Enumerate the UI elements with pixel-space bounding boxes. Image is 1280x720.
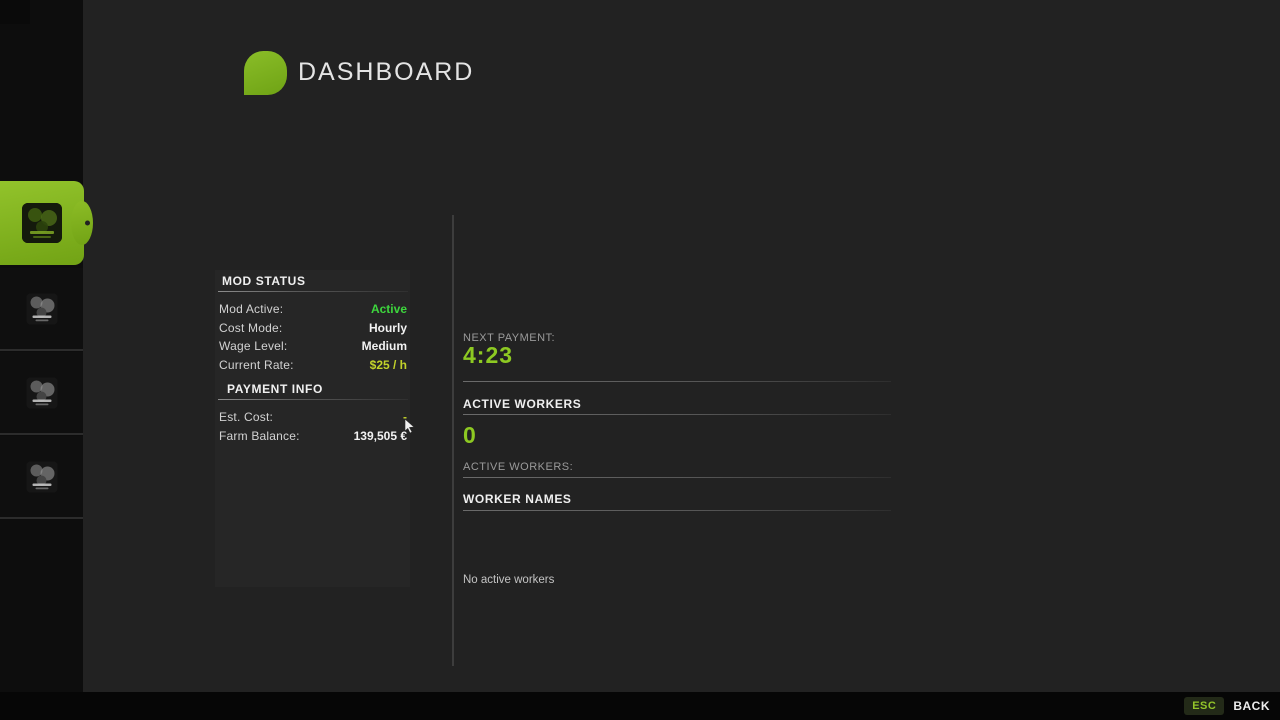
est-cost-label: Est. Cost:: [219, 410, 273, 424]
mod-thumbnail-icon: [22, 203, 62, 243]
section-divider: [463, 477, 891, 478]
est-cost-row: Est. Cost: -: [219, 409, 407, 424]
payment-info-divider: [218, 399, 408, 400]
active-workers-sublabel: ACTIVE WORKERS:: [463, 461, 573, 473]
cost-mode-row: Cost Mode: Hourly: [219, 320, 407, 335]
mod-active-label: Mod Active:: [219, 302, 283, 316]
mod-thumbnail-icon: [26, 293, 57, 324]
mod-active-row: Mod Active: Active: [219, 301, 407, 316]
section-divider: [463, 510, 891, 511]
active-workers-header: ACTIVE WORKERS: [463, 397, 581, 411]
mod-status-header: MOD STATUS: [222, 274, 306, 288]
next-payment-timer: 4:23: [463, 342, 513, 369]
current-rate-row: Current Rate: $25 / h: [219, 357, 407, 372]
wage-level-label: Wage Level:: [219, 339, 287, 353]
selected-tab-pointer-dot: [85, 221, 90, 226]
mod-active-value: Active: [371, 302, 407, 316]
sidebar-item-contract-mod-selected[interactable]: [0, 181, 84, 265]
wage-level-value: Medium: [362, 339, 407, 353]
mod-sidebar: [0, 0, 83, 692]
page-title: DASHBOARD: [298, 58, 474, 87]
section-divider: [463, 381, 891, 382]
payment-info-header: PAYMENT INFO: [227, 382, 323, 396]
active-workers-count: 0: [463, 422, 477, 449]
mod-thumbnail-icon: [26, 461, 57, 492]
mouse-cursor-icon: [404, 419, 416, 433]
cost-mode-value: Hourly: [369, 321, 407, 335]
column-divider: [452, 215, 454, 666]
back-button[interactable]: BACK: [1233, 699, 1270, 713]
esc-keycap[interactable]: ESC: [1184, 697, 1224, 715]
worker-names-header: WORKER NAMES: [463, 492, 572, 506]
farm-balance-label: Farm Balance:: [219, 429, 300, 443]
mod-thumbnail-icon: [26, 377, 57, 408]
corner-decoration: [0, 0, 30, 24]
current-rate-label: Current Rate:: [219, 358, 294, 372]
wage-level-row: Wage Level: Medium: [219, 339, 407, 354]
sidebar-item-mod-4[interactable]: [0, 436, 83, 519]
sidebar-item-mod-3[interactable]: [0, 352, 83, 435]
dashboard-screen: DASHBOARD MOD STATUS Mod Active: Active …: [0, 0, 1280, 720]
farm-balance-value: 139,505 €: [354, 429, 407, 443]
no-active-workers-message: No active workers: [463, 574, 554, 586]
cost-mode-label: Cost Mode:: [219, 321, 282, 335]
sidebar-item-mod-2[interactable]: [0, 268, 83, 351]
dashboard-leaf-logo-icon: [244, 51, 287, 95]
farm-balance-row: Farm Balance: 139,505 €: [219, 428, 407, 443]
section-divider: [463, 414, 891, 415]
footer-bar: ESC BACK: [0, 692, 1280, 720]
mod-status-divider: [218, 291, 408, 292]
current-rate-value: $25 / h: [370, 358, 407, 372]
status-panel: MOD STATUS Mod Active: Active Cost Mode:…: [215, 270, 410, 587]
